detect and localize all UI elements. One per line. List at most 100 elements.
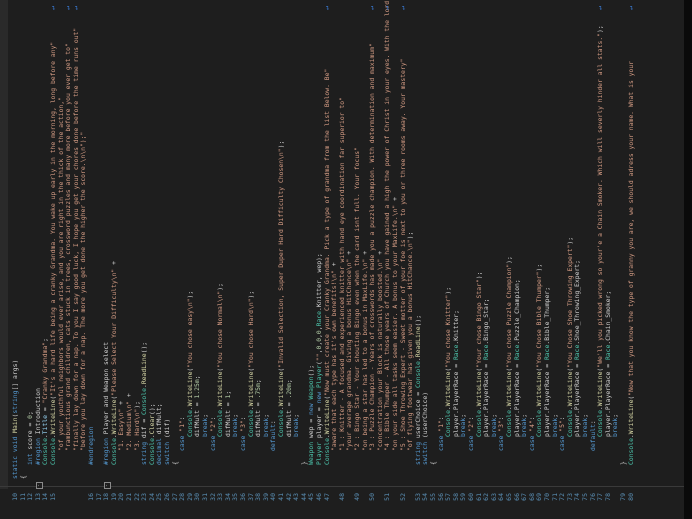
code-token: .Chain_Smoker; bbox=[603, 290, 612, 345]
code-token: (); bbox=[413, 314, 422, 327]
word-wrap-arrow-icon: ↵ bbox=[49, 5, 57, 10]
code-token: (dif) bbox=[163, 418, 171, 439]
collapse-region-icon[interactable]: - bbox=[104, 482, 112, 489]
word-wrap-arrow-icon: ↵ bbox=[398, 5, 407, 10]
line-number: 15 bbox=[49, 493, 57, 501]
code-token: ( bbox=[11, 413, 19, 418]
line-number: 48 bbox=[337, 493, 346, 501]
line-number: 65 bbox=[505, 493, 513, 501]
line-number: 70 bbox=[543, 493, 551, 501]
code-line[interactable]: { bbox=[18, 475, 27, 479]
code-token: "You chose Normal\n" bbox=[216, 290, 225, 368]
collapse-region-icon[interactable]: - bbox=[35, 482, 43, 489]
code-token: .20m bbox=[284, 383, 293, 399]
code-token: ( bbox=[246, 367, 255, 372]
code-token: ReadLine bbox=[140, 353, 149, 385]
line-number: 50 bbox=[368, 493, 377, 501]
code-token: "Invalid Selection, Super Duper Hard Dif… bbox=[277, 148, 285, 368]
code-line[interactable]: break; bbox=[611, 414, 620, 437]
code-editor[interactable]: 10 11 12 13 14 15 16 17 18 19 20 21 22 23 24 25 26 27 28 29… bbox=[0, 0, 692, 519]
code-line[interactable]: switch (userChoice) bbox=[421, 391, 430, 465]
code-line[interactable]: { bbox=[171, 461, 179, 465]
code-token: "Please Select Your Difficulty\n" bbox=[109, 268, 118, 396]
code-token: ( bbox=[185, 367, 194, 372]
code-token: WriteLine bbox=[626, 399, 635, 435]
code-token: . bbox=[140, 384, 149, 389]
code-text-area[interactable]: static void Main(string[] args){int scor… bbox=[0, 0, 692, 479]
code-token: ( bbox=[216, 367, 225, 372]
line-number: 16 bbox=[87, 493, 95, 501]
wrap-markers: ↵ ↵ ↵ ↵ ↵ ↵ ↵ ↵ ↵ bbox=[0, 2, 692, 12]
code-token: ); bbox=[505, 256, 513, 264]
code-token: Race bbox=[543, 344, 551, 361]
code-token: 1.25m bbox=[193, 379, 202, 399]
line-number: 10 bbox=[11, 493, 19, 501]
line-number: 75 bbox=[581, 493, 589, 501]
code-token: ; bbox=[193, 375, 202, 380]
code-token: ); bbox=[246, 290, 255, 299]
code-token: ; bbox=[284, 379, 293, 384]
code-token: Console bbox=[413, 361, 422, 389]
line-number: 80 bbox=[626, 493, 635, 501]
word-wrap-arrow-icon: ↵ bbox=[322, 5, 331, 10]
code-token: ); bbox=[216, 283, 225, 291]
code-token: ); bbox=[565, 236, 574, 245]
line-number: 47 bbox=[322, 493, 331, 501]
code-line[interactable]: switch (dif) bbox=[163, 418, 171, 465]
code-token: ); bbox=[444, 286, 453, 295]
code-token: .Shoe_Throwing_Expert; bbox=[573, 260, 582, 345]
line-number: 21 bbox=[125, 493, 133, 501]
code-token: ; bbox=[581, 413, 589, 418]
code-line[interactable]: Console.WriteLine("Now that you know the… bbox=[626, 61, 635, 465]
line-number: 49 bbox=[353, 493, 361, 501]
code-token: ReadLine bbox=[413, 326, 422, 358]
code-token: "You chose easy\n" bbox=[185, 298, 194, 368]
code-line[interactable]: break; bbox=[292, 413, 301, 437]
code-line[interactable]: #endregion bbox=[87, 427, 95, 465]
code-token: ; bbox=[223, 390, 232, 395]
code-token: ); bbox=[474, 271, 483, 280]
line-number: 41 bbox=[277, 493, 285, 501]
code-token: "before you lay down for a nap. The more… bbox=[79, 131, 88, 451]
code-token: break bbox=[292, 417, 301, 437]
code-line[interactable]: "before you lay down for a nap. The more… bbox=[79, 131, 88, 451]
code-token: ); bbox=[596, 25, 605, 33]
code-token: { bbox=[429, 461, 437, 465]
line-number: 60 bbox=[467, 493, 475, 501]
line-number: 36 bbox=[239, 493, 247, 501]
code-line[interactable]: { bbox=[429, 461, 437, 465]
word-wrap-arrow-icon: ↵ bbox=[368, 5, 377, 10]
code-token: .Puzzle_Champion; bbox=[512, 279, 521, 345]
code-token: ; bbox=[254, 379, 263, 384]
code-token: static void bbox=[11, 432, 19, 479]
word-wrap-arrow-icon: ↵ bbox=[383, 5, 392, 10]
code-token: (); bbox=[140, 341, 149, 354]
code-token: Race bbox=[512, 344, 521, 361]
code-line[interactable]: player.PlayerRace = Race.Shoe_Throwing_E… bbox=[573, 260, 582, 437]
code-token: ); bbox=[535, 263, 544, 272]
code-token: ; bbox=[292, 413, 301, 418]
fold-margin[interactable]: -- bbox=[0, 480, 692, 489]
code-token: ; bbox=[261, 413, 270, 418]
code-token: Race bbox=[573, 344, 582, 361]
code-token: ( bbox=[626, 395, 635, 400]
code-token: Race bbox=[482, 344, 491, 361]
line-number: 55 bbox=[429, 493, 437, 501]
word-wrap-arrow-icon: ↵ bbox=[596, 5, 605, 10]
code-token: + bbox=[125, 393, 133, 401]
line-number: 52 bbox=[398, 493, 407, 501]
line-number: 26 bbox=[163, 493, 171, 501]
code-token: break bbox=[611, 417, 620, 437]
word-wrap-arrow-icon: ↵ bbox=[71, 5, 80, 10]
code-token: [] args) bbox=[11, 359, 19, 391]
code-token: string bbox=[11, 390, 19, 414]
code-token: { bbox=[18, 475, 27, 479]
line-number: 46 bbox=[315, 493, 323, 501]
code-token: Main bbox=[11, 417, 19, 433]
line-number: 51 bbox=[383, 493, 392, 501]
code-token: .Bingo_Star; bbox=[482, 298, 491, 345]
code-token: 1 bbox=[223, 394, 232, 399]
code-line[interactable]: static void Main(string[] args) bbox=[11, 359, 19, 479]
code-token: "You chose Hard\n" bbox=[246, 298, 255, 368]
code-token: (userChoice) bbox=[421, 391, 430, 439]
